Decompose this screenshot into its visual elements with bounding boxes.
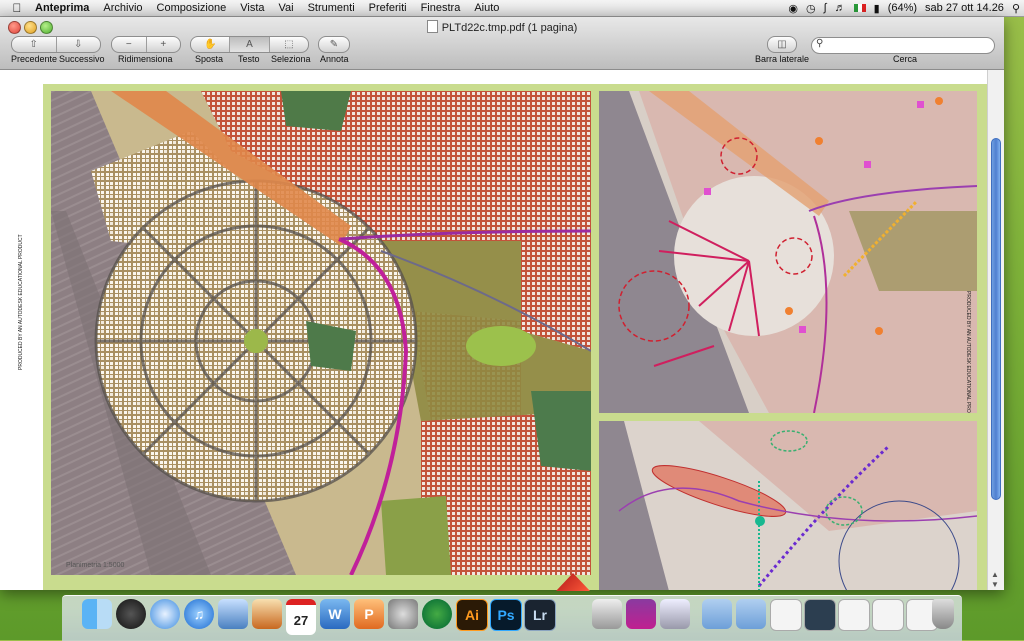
analysis-drawing-bottom: [599, 421, 977, 590]
previous-button[interactable]: ⇧: [12, 37, 57, 52]
master-plan-drawing: [51, 91, 591, 575]
itunes-icon[interactable]: ♫: [184, 599, 214, 629]
time-machine-icon[interactable]: [422, 599, 452, 629]
menu-bar:  Anteprima Archivio Composizione Vista …: [0, 0, 1024, 17]
word-icon[interactable]: W: [320, 599, 350, 629]
scroll-up-arrow-icon[interactable]: ▲: [991, 570, 999, 579]
search-field[interactable]: ⚲: [811, 37, 995, 54]
move-label: Sposta: [195, 54, 224, 64]
select-label: Seleziona: [271, 54, 311, 64]
menu-composizione[interactable]: Composizione: [150, 2, 234, 14]
zoom-out-button[interactable]: −: [112, 37, 147, 52]
select-tool-button[interactable]: ⬚: [270, 37, 308, 52]
move-tool-button[interactable]: ✋: [191, 37, 231, 52]
resize-label: Ridimensiona: [118, 54, 173, 64]
tool-mode-control: ✋ A ⬚: [190, 36, 309, 53]
menu-preferiti[interactable]: Preferiti: [362, 2, 414, 14]
search-label: Cerca: [893, 54, 918, 64]
document-icon[interactable]: [804, 599, 836, 631]
analysis-map-bottom: [599, 421, 977, 590]
hand-icon: ✋: [203, 39, 217, 50]
document-icon[interactable]: [770, 599, 802, 631]
system-preferences-icon[interactable]: [388, 599, 418, 629]
annotate-label: Annota: [320, 54, 349, 64]
next-label: Successivo: [59, 54, 105, 64]
previous-label: Precedente: [11, 54, 58, 64]
menu-vista[interactable]: Vista: [233, 2, 271, 14]
document-icon[interactable]: [872, 599, 904, 631]
scrollbar-thumb[interactable]: [991, 138, 1001, 500]
dock: ♫ 27 W P Ai Ps Lr: [62, 595, 962, 641]
title-bar: PLTd22c.tmp.pdf (1 pagina) ⇧ ⇩ Precedent…: [0, 17, 1004, 70]
sidebar-label: Barra laterale: [755, 54, 810, 64]
sidebar-icon: ◫: [777, 39, 787, 50]
photoshop-icon[interactable]: Ps: [490, 599, 522, 631]
clock[interactable]: sab 27 ott 14.26: [921, 2, 1008, 14]
powerpoint-icon[interactable]: P: [354, 599, 384, 629]
window-title-row: PLTd22c.tmp.pdf (1 pagina): [0, 20, 1004, 34]
window-title: PLTd22c.tmp.pdf (1 pagina): [441, 22, 578, 34]
next-button[interactable]: ⇩: [57, 37, 101, 52]
scale-label: Planimetria 1:5000: [66, 562, 125, 569]
bluetooth-icon[interactable]: ∫: [820, 2, 831, 14]
iphoto-icon[interactable]: [252, 599, 282, 629]
preview-window: PLTd22c.tmp.pdf (1 pagina) ⇧ ⇩ Precedent…: [0, 17, 1004, 590]
safari-icon[interactable]: [150, 599, 180, 629]
menu-archivio[interactable]: Archivio: [96, 2, 149, 14]
illustrator-icon[interactable]: Ai: [456, 599, 488, 631]
sketch-icon[interactable]: [626, 599, 656, 629]
menu-app-name[interactable]: Anteprima: [28, 2, 96, 14]
finder-icon[interactable]: [82, 599, 112, 629]
master-plan-map: Planimetria 1:5000: [51, 91, 591, 575]
analysis-drawing-top: [599, 91, 977, 413]
lightroom-icon[interactable]: Lr: [524, 599, 556, 631]
search-input[interactable]: [828, 39, 992, 53]
trash-icon[interactable]: [932, 599, 954, 629]
menu-finestra[interactable]: Finestra: [414, 2, 468, 14]
marquee-icon: ⬚: [284, 39, 294, 50]
folder-icon[interactable]: [702, 599, 732, 629]
arrow-up-icon: ⇧: [29, 39, 38, 50]
document-icon[interactable]: [838, 599, 870, 631]
battery-percentage: (64%): [887, 2, 918, 14]
text-tool-button[interactable]: A: [230, 37, 270, 52]
battery-icon[interactable]: ▮: [870, 2, 884, 15]
autocad-icon[interactable]: [592, 599, 622, 629]
italian-flag-icon[interactable]: [853, 4, 866, 12]
volume-icon[interactable]: ♬: [831, 2, 850, 14]
time-machine-status-icon[interactable]: ◷: [802, 2, 820, 15]
menu-vai[interactable]: Vai: [272, 2, 301, 14]
prev-next-control: ⇧ ⇩: [11, 36, 101, 53]
pdf-document-icon: [426, 20, 438, 33]
watermark-left: PRODUCED BY AN AUTODESK EDUCATIONAL PROD…: [18, 234, 24, 370]
arrow-down-icon: ⇩: [74, 39, 83, 50]
ical-icon[interactable]: 27: [286, 599, 316, 635]
watermark-right: PRODUCED BY AN AUTODESK EDUCATIONAL PROD…: [965, 291, 971, 413]
sidebar-button[interactable]: ◫: [767, 36, 797, 53]
document-view[interactable]: PRODUCED BY AN AUTODESK EDUCATIONAL PROD…: [0, 70, 988, 590]
spotlight-icon[interactable]: ⚲: [1008, 2, 1024, 15]
search-icon: ⚲: [816, 38, 824, 49]
resize-control: − +: [111, 36, 181, 53]
application-icon[interactable]: [660, 599, 690, 629]
folder-icon[interactable]: [736, 599, 766, 629]
apple-menu-icon[interactable]: : [6, 1, 28, 15]
zoom-in-button[interactable]: +: [147, 37, 181, 52]
menu-aiuto[interactable]: Aiuto: [467, 2, 506, 14]
plus-icon: +: [160, 39, 167, 50]
photo-icon[interactable]: [218, 599, 248, 629]
pdf-page: Planimetria 1:5000 PRODUCED BY AN AUTODE…: [43, 84, 988, 590]
pencil-icon: ✎: [329, 39, 339, 50]
wifi-icon[interactable]: ◉: [784, 2, 802, 15]
minus-icon: −: [125, 39, 132, 50]
menu-strumenti[interactable]: Strumenti: [301, 2, 362, 14]
analysis-map-top: PRODUCED BY AN AUTODESK EDUCATIONAL PROD…: [599, 91, 977, 413]
vertical-scrollbar[interactable]: ▲ ▼: [987, 70, 1004, 590]
annotate-button[interactable]: ✎: [318, 36, 350, 53]
scroll-down-arrow-icon[interactable]: ▼: [991, 580, 999, 589]
text-label: Testo: [238, 54, 260, 64]
dashboard-icon[interactable]: [116, 599, 146, 629]
text-cursor-icon: A: [246, 39, 253, 50]
